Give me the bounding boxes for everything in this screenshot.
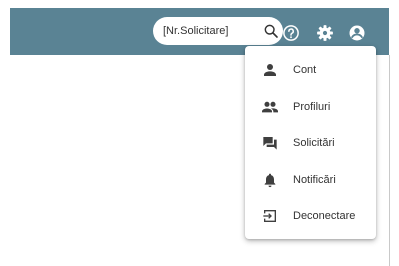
menu-item-label: Notificări bbox=[293, 173, 336, 186]
settings-icon[interactable] bbox=[316, 24, 334, 42]
account-icon[interactable] bbox=[348, 24, 366, 42]
menu-item-label: Cont bbox=[293, 64, 317, 77]
forum-icon bbox=[261, 134, 279, 152]
menu-item-label: Solicitări bbox=[293, 137, 335, 150]
search-box[interactable] bbox=[153, 17, 283, 45]
bell-icon bbox=[261, 171, 279, 189]
menu-item-label: Profiluri bbox=[293, 100, 331, 113]
search-icon[interactable] bbox=[263, 23, 279, 39]
help-icon[interactable] bbox=[282, 24, 300, 42]
person-icon bbox=[261, 61, 279, 79]
search-input[interactable] bbox=[163, 25, 251, 37]
menu-item-notificari[interactable]: Notificări bbox=[245, 162, 376, 199]
menu-item-solicitari[interactable]: Solicitări bbox=[245, 125, 376, 162]
user-menu: Cont Profiluri Solicitări Notificări Dec… bbox=[245, 46, 376, 239]
menu-item-deconectare[interactable]: Deconectare bbox=[245, 198, 376, 235]
menu-item-label: Deconectare bbox=[293, 210, 356, 223]
logout-icon bbox=[261, 207, 279, 225]
menu-item-profiluri[interactable]: Profiluri bbox=[245, 89, 376, 126]
menu-item-cont[interactable]: Cont bbox=[245, 52, 376, 89]
people-icon bbox=[261, 98, 279, 116]
